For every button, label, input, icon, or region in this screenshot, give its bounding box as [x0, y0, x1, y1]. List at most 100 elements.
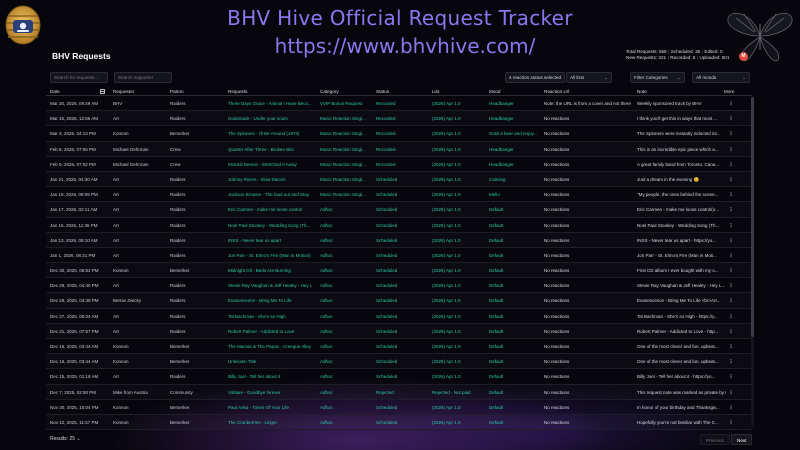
table-row[interactable]: Jan 21, 2026, 04:30 AM Art Raiders Johnny R… [46, 172, 752, 188]
more-options-icon[interactable]: ⋮ [727, 116, 735, 122]
cell-date: Dec 30, 2025, 08:54 PM [50, 268, 99, 274]
more-options-icon[interactable]: ⋮ [727, 374, 735, 380]
table-row[interactable]: Dec 29, 2025, 04:40 PM Art Raiders Stevie R… [46, 278, 752, 294]
cell-request-link[interactable]: Evanescence - Bring Me To Life [228, 298, 312, 303]
table-row[interactable]: Mar 16, 2026, 12:56 AM Art Raiders Godsmack… [46, 111, 752, 127]
table-row[interactable]: Dec 28, 2025, 04:39 PM Bernie Zwicky Raide… [46, 293, 752, 309]
col-header-list[interactable]: List [432, 89, 439, 94]
table-row[interactable]: Dec 7, 2025, 02:50 PM Mike from Austria Co… [46, 385, 752, 400]
cell-request-link[interactable]: Unknown Title [228, 359, 312, 364]
more-options-icon[interactable]: ⋮ [727, 405, 735, 411]
calendar-icon[interactable] [100, 89, 105, 94]
table-row[interactable]: Jan 13, 2026, 05:10 AM Art Raiders INXS - N… [46, 233, 752, 248]
cell-request-link[interactable]: Billy Joel - Tell her about it [228, 374, 312, 379]
cell-request-link[interactable]: The Spinners - I'll Be Around (1973) [228, 131, 312, 136]
more-options-icon[interactable]: ⋮ [727, 344, 735, 350]
cell-category: Music Reaction Singl... [320, 176, 366, 182]
col-header-status[interactable]: Status [376, 89, 389, 94]
col-header-requester[interactable]: Requester [113, 89, 134, 94]
cell-status: Recorded [376, 161, 396, 167]
more-options-icon[interactable]: ⋮ [727, 177, 735, 183]
cell-status: Scheduled [376, 328, 398, 334]
cell-request-link[interactable]: Robert Palmer - Addicted to Love [228, 329, 312, 334]
search-requests-input[interactable] [50, 72, 108, 83]
cell-request-link[interactable]: Noel Paul Stookey - Wedding Song (Th... [228, 223, 312, 228]
cell-status: Scheduled [376, 298, 398, 304]
user-avatar[interactable]: M [739, 52, 748, 61]
table-row[interactable]: Jan 15, 2026, 11:36 PM Art Raiders Noel Pau… [46, 218, 752, 233]
table-row[interactable]: Dec 16, 2025, 03:44 AM Konnon Berserker The… [46, 339, 752, 355]
cell-request-link[interactable]: The Cranberries - Linger [228, 420, 312, 425]
more-options-icon[interactable]: ⋮ [727, 238, 735, 244]
table-row[interactable]: Jan 1, 2026, 06:31 PM Art Raiders Jon Parr … [46, 248, 752, 264]
table-scrollbar[interactable] [751, 97, 754, 427]
more-options-icon[interactable]: ⋮ [727, 359, 735, 365]
mood-filter-select[interactable]: All moods ⌄ [692, 72, 750, 83]
cell-request-link[interactable]: Jackson Browne - The load out and Stay [228, 192, 312, 197]
cell-request-link[interactable]: INXS - Never tear us apart [228, 238, 312, 243]
table-row[interactable]: Mar 3, 2026, 04:13 PM Konnon Berserker The … [46, 126, 752, 142]
more-options-icon[interactable]: ⋮ [727, 283, 735, 289]
table-row[interactable]: Dec 15, 2025, 01:18 AM Art Raiders Billy Jo… [46, 369, 752, 385]
table-row[interactable]: Feb 9, 2026, 07:05 PM Michael Gehrman Crew… [46, 142, 752, 157]
table-body: Mar 30, 2026, 09:49 AM BHV Raiders Three Da… [46, 96, 752, 431]
more-options-icon[interactable]: ⋮ [727, 162, 735, 168]
more-options-icon[interactable]: ⋮ [727, 207, 735, 213]
cell-request-link[interactable]: Three Days Grace - Animal I Have Beco... [228, 101, 312, 106]
cell-request-link[interactable]: The Mamas & The Papas - Creeque Alley [228, 344, 312, 349]
cell-request-link[interactable]: Godsmack - Under your scars [228, 116, 312, 121]
more-options-icon[interactable]: ⋮ [727, 147, 735, 153]
col-header-note[interactable]: Note [637, 89, 647, 94]
more-options-icon[interactable]: ⋮ [727, 192, 735, 198]
cell-note: A great family band from Toronto, Cana..… [637, 161, 719, 167]
col-header-category[interactable]: Category [320, 89, 339, 94]
category-filter-select[interactable]: Filter Categories ⌄ [630, 72, 685, 83]
col-header-date[interactable]: Date [50, 89, 60, 94]
table-row[interactable]: Jan 19, 2026, 09:05 PM Art Raiders Jackson … [46, 187, 752, 203]
table-row[interactable]: Jan 17, 2026, 02:11 AM Art Raiders Eric Car… [46, 202, 752, 218]
table-row[interactable]: Feb 9, 2026, 07:02 PM Michael Gehrman Crew… [46, 157, 752, 172]
table-row[interactable]: Dec 16, 2025, 03:44 AM Konnon Berserker Unk… [46, 354, 752, 370]
table-row[interactable]: Nov 12, 2025, 11:57 PM Konnon Berserker The… [46, 415, 752, 431]
list-filter-select[interactable]: All lists ⌄ [566, 72, 612, 83]
previous-page-button[interactable]: Previous [700, 434, 730, 445]
more-options-icon[interactable]: ⋮ [727, 131, 735, 137]
cell-request-link[interactable]: Voltaire - Goodbye forever [228, 390, 312, 395]
cell-status: Scheduled [376, 404, 398, 410]
col-header-requests[interactable]: Requests [228, 89, 247, 94]
more-options-icon[interactable]: ⋮ [727, 268, 735, 274]
more-options-icon[interactable]: ⋮ [727, 101, 735, 107]
next-page-button[interactable]: Next [731, 434, 753, 445]
more-options-icon[interactable]: ⋮ [727, 253, 735, 259]
cell-request-link[interactable]: Johnny Rivers - Slow Dancin [228, 177, 312, 182]
table-row[interactable]: Dec 27, 2025, 05:04 AM Art Raiders Tal Bach… [46, 309, 752, 324]
cell-request-link[interactable]: Eric Carmen - make me loose control [228, 207, 312, 212]
results-per-page-select[interactable]: Results: 25 ⌄ [50, 436, 81, 442]
cell-mood: Mello [489, 192, 500, 198]
col-header-mood[interactable]: Mood [489, 89, 501, 94]
cell-request-link[interactable]: Quarter After Three - Broken Bits [228, 147, 312, 152]
col-header-patron[interactable]: Patron [170, 89, 184, 94]
more-options-icon[interactable]: ⋮ [727, 223, 735, 229]
col-header-reaction-url[interactable]: Reaction Url [544, 89, 569, 94]
reaction-status-filter[interactable]: 4 reaction status selected [505, 72, 565, 83]
more-options-icon[interactable]: ⋮ [727, 390, 735, 396]
cell-request-link[interactable]: Tal Bachman - She's so High [228, 314, 312, 319]
cell-request-link[interactable]: Paul Anka - Times Of Your Life [228, 405, 312, 410]
cell-request-link[interactable]: Jon Parr - St. Elmo's Fire (Man in Motio… [228, 253, 312, 258]
more-options-icon[interactable]: ⋮ [727, 420, 735, 426]
more-options-icon[interactable]: ⋮ [727, 329, 735, 335]
more-options-icon[interactable]: ⋮ [727, 298, 735, 304]
cell-reaction-url: No reactions [544, 374, 570, 380]
table-row[interactable]: Mar 30, 2026, 09:49 AM BHV Raiders Three Da… [46, 96, 752, 112]
table-row[interactable]: Dec 21, 2025, 07:57 PM Art Raiders Robert P… [46, 324, 752, 339]
more-options-icon[interactable]: ⋮ [727, 314, 735, 320]
table-row[interactable]: Nov 30, 2025, 10:04 PM Konnon Berserker Pau… [46, 400, 752, 415]
cell-request-link[interactable]: McKinli Dennis - Stretched It Away [228, 162, 312, 167]
cell-request-link[interactable]: Stevie Ray Vaughan & Jeff Healey - Hey L… [228, 283, 312, 288]
table-row[interactable]: Dec 30, 2025, 08:54 PM Konnon Berserker Mid… [46, 263, 752, 279]
search-supporter-input[interactable] [114, 72, 172, 83]
scrollbar-thumb[interactable] [751, 97, 754, 337]
cell-category: Music Reaction Singl... [320, 146, 366, 152]
cell-request-link[interactable]: Midnight Oil - Beds Are Burning [228, 268, 312, 273]
